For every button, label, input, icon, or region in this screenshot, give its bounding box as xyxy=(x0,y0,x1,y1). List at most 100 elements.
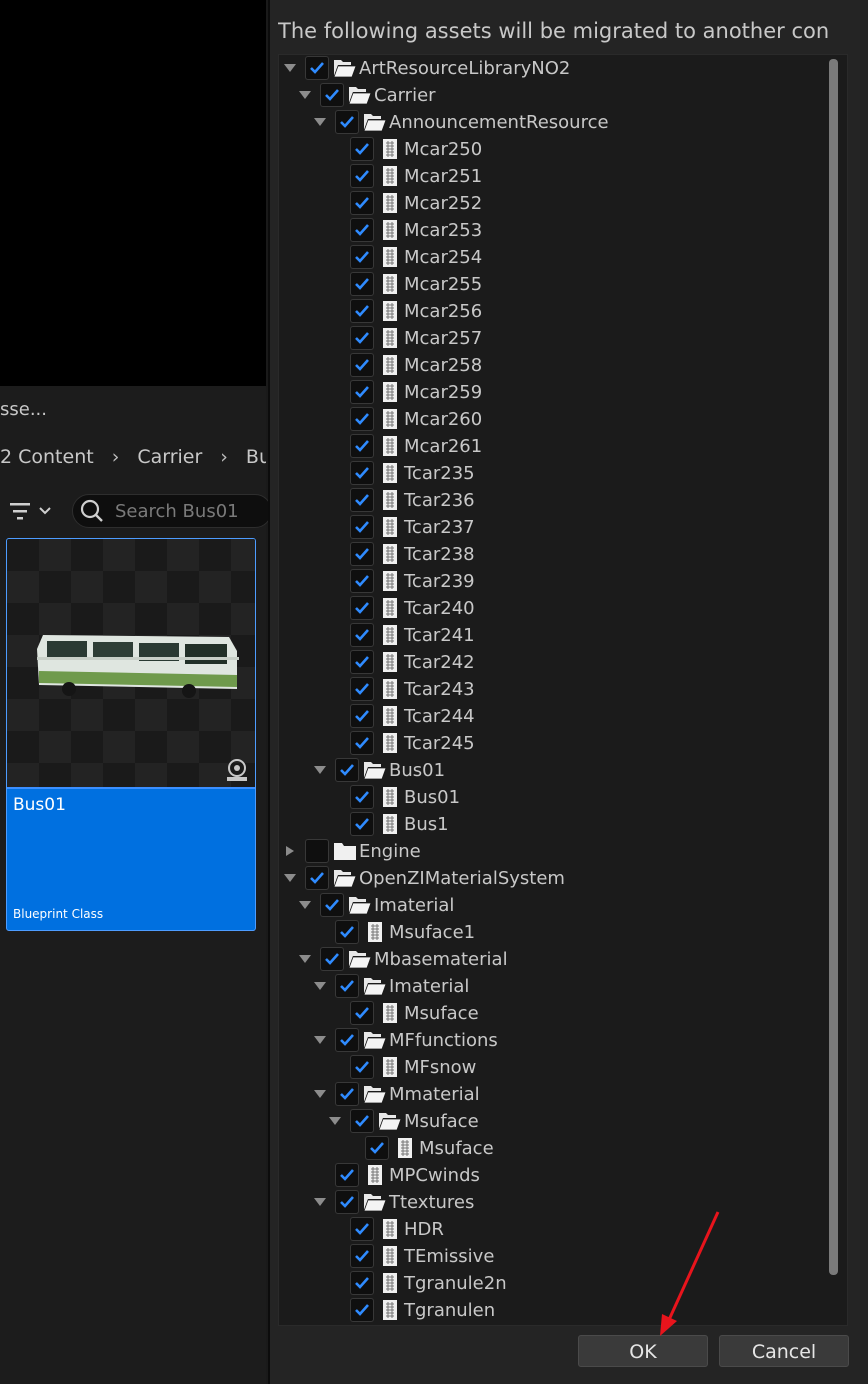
checkbox[interactable] xyxy=(335,1082,359,1106)
tree-file-row[interactable]: Mcar257 xyxy=(279,325,839,352)
tree-file-row[interactable]: Tcar243 xyxy=(279,676,839,703)
tree-file-row[interactable]: Tcar238 xyxy=(279,541,839,568)
checkbox[interactable] xyxy=(350,542,374,566)
checkbox[interactable] xyxy=(335,974,359,998)
checkbox[interactable] xyxy=(335,920,359,944)
tree-file-row[interactable]: Tcar244 xyxy=(279,703,839,730)
tree-folder-row[interactable]: AnnouncementResource xyxy=(279,109,839,136)
tree-folder-row[interactable]: ArtResourceLibraryNO2 xyxy=(279,55,839,82)
search-box[interactable] xyxy=(72,494,272,528)
tree-file-row[interactable]: Mcar251 xyxy=(279,163,839,190)
checkbox[interactable] xyxy=(320,83,344,107)
tree-file-row[interactable]: MPCwinds xyxy=(279,1162,839,1189)
tree-file-row[interactable]: Mcar250 xyxy=(279,136,839,163)
checkbox[interactable] xyxy=(335,1028,359,1052)
chevron-down-icon[interactable] xyxy=(283,873,297,883)
checkbox[interactable] xyxy=(350,731,374,755)
tree-file-row[interactable]: Tcar245 xyxy=(279,730,839,757)
checkbox[interactable] xyxy=(350,1055,374,1079)
chevron-down-icon[interactable] xyxy=(298,900,312,910)
tree-folder-row[interactable]: Carrier xyxy=(279,82,839,109)
cancel-button[interactable]: Cancel xyxy=(719,1335,849,1367)
chevron-down-icon[interactable] xyxy=(298,954,312,964)
tree-file-row[interactable]: Mcar255 xyxy=(279,271,839,298)
checkbox[interactable] xyxy=(350,812,374,836)
checkbox[interactable] xyxy=(350,299,374,323)
tree-folder-row[interactable]: Mmaterial xyxy=(279,1081,839,1108)
tree-file-row[interactable]: Tcar237 xyxy=(279,514,839,541)
tree-folder-row[interactable]: Imaterial xyxy=(279,973,839,1000)
tree-file-row[interactable]: Mcar252 xyxy=(279,190,839,217)
tree-file-row[interactable]: Msuface xyxy=(279,1135,839,1162)
tree-file-row[interactable]: Mcar256 xyxy=(279,298,839,325)
checkbox[interactable] xyxy=(350,677,374,701)
checkbox[interactable] xyxy=(305,56,329,80)
tree-file-row[interactable]: Mcar259 xyxy=(279,379,839,406)
tree-file-row[interactable]: Bus01 xyxy=(279,784,839,811)
checkbox[interactable] xyxy=(335,110,359,134)
checkbox[interactable] xyxy=(350,434,374,458)
tree-folder-row[interactable]: Msuface xyxy=(279,1108,839,1135)
checkbox[interactable] xyxy=(350,1109,374,1133)
checkbox[interactable] xyxy=(350,785,374,809)
tree-file-row[interactable]: TEmissive xyxy=(279,1243,839,1270)
checkbox[interactable] xyxy=(350,272,374,296)
tree-file-row[interactable]: Tcar242 xyxy=(279,649,839,676)
tree-folder-row[interactable]: MFfunctions xyxy=(279,1027,839,1054)
chevron-down-icon[interactable] xyxy=(313,117,327,127)
checkbox[interactable] xyxy=(350,1217,374,1241)
tree-folder-row[interactable]: OpenZIMaterialSystem xyxy=(279,865,839,892)
checkbox[interactable] xyxy=(350,407,374,431)
checkbox[interactable] xyxy=(335,1163,359,1187)
filter-button[interactable] xyxy=(8,497,60,525)
tree-file-row[interactable]: Msuface1 xyxy=(279,919,839,946)
checkbox[interactable] xyxy=(335,1190,359,1214)
chevron-down-icon[interactable] xyxy=(313,981,327,991)
tree-file-row[interactable]: Tcar236 xyxy=(279,487,839,514)
checkbox[interactable] xyxy=(320,947,344,971)
checkbox[interactable] xyxy=(350,164,374,188)
chevron-down-icon[interactable] xyxy=(313,1035,327,1045)
scrollbar[interactable] xyxy=(829,59,838,1275)
tree-folder-row[interactable]: Engine xyxy=(279,838,839,865)
tree-file-row[interactable]: MFsnow xyxy=(279,1054,839,1081)
ok-button[interactable]: OK xyxy=(578,1335,708,1367)
checkbox[interactable] xyxy=(350,623,374,647)
checkbox[interactable] xyxy=(350,1001,374,1025)
checkbox[interactable] xyxy=(350,1244,374,1268)
checkbox[interactable] xyxy=(350,353,374,377)
checkbox[interactable] xyxy=(350,137,374,161)
tree-file-row[interactable]: Tcar241 xyxy=(279,622,839,649)
checkbox[interactable] xyxy=(350,326,374,350)
checkbox[interactable] xyxy=(350,650,374,674)
asset-tile[interactable]: Bus01 Blueprint Class xyxy=(6,538,256,931)
checkbox[interactable] xyxy=(365,1136,389,1160)
tree-file-row[interactable]: Tcar235 xyxy=(279,460,839,487)
checkbox[interactable] xyxy=(350,191,374,215)
checkbox[interactable] xyxy=(305,866,329,890)
tree-file-row[interactable]: Mcar254 xyxy=(279,244,839,271)
checkbox[interactable] xyxy=(305,839,329,863)
tree-file-row[interactable]: Mcar260 xyxy=(279,406,839,433)
tree-folder-row[interactable]: Ttextures xyxy=(279,1189,839,1216)
tree-file-row[interactable]: Tgranule2n xyxy=(279,1270,839,1297)
checkbox[interactable] xyxy=(350,218,374,242)
tree-file-row[interactable]: Tcar239 xyxy=(279,568,839,595)
checkbox[interactable] xyxy=(350,461,374,485)
checkbox[interactable] xyxy=(350,704,374,728)
tree-folder-row[interactable]: Imaterial xyxy=(279,892,839,919)
tree-file-row[interactable]: Bus1 xyxy=(279,811,839,838)
checkbox[interactable] xyxy=(320,893,344,917)
checkbox[interactable] xyxy=(335,758,359,782)
chevron-down-icon[interactable] xyxy=(298,90,312,100)
search-input[interactable] xyxy=(113,499,257,523)
tree-file-row[interactable]: Mcar253 xyxy=(279,217,839,244)
chevron-down-icon[interactable] xyxy=(313,765,327,775)
checkbox[interactable] xyxy=(350,380,374,404)
checkbox[interactable] xyxy=(350,596,374,620)
chevron-down-icon[interactable] xyxy=(328,1116,342,1126)
chevron-down-icon[interactable] xyxy=(313,1197,327,1207)
checkbox[interactable] xyxy=(350,1298,374,1322)
tree-file-row[interactable]: Msuface xyxy=(279,1000,839,1027)
breadcrumb-item-bus01[interactable]: Bu xyxy=(246,438,266,476)
